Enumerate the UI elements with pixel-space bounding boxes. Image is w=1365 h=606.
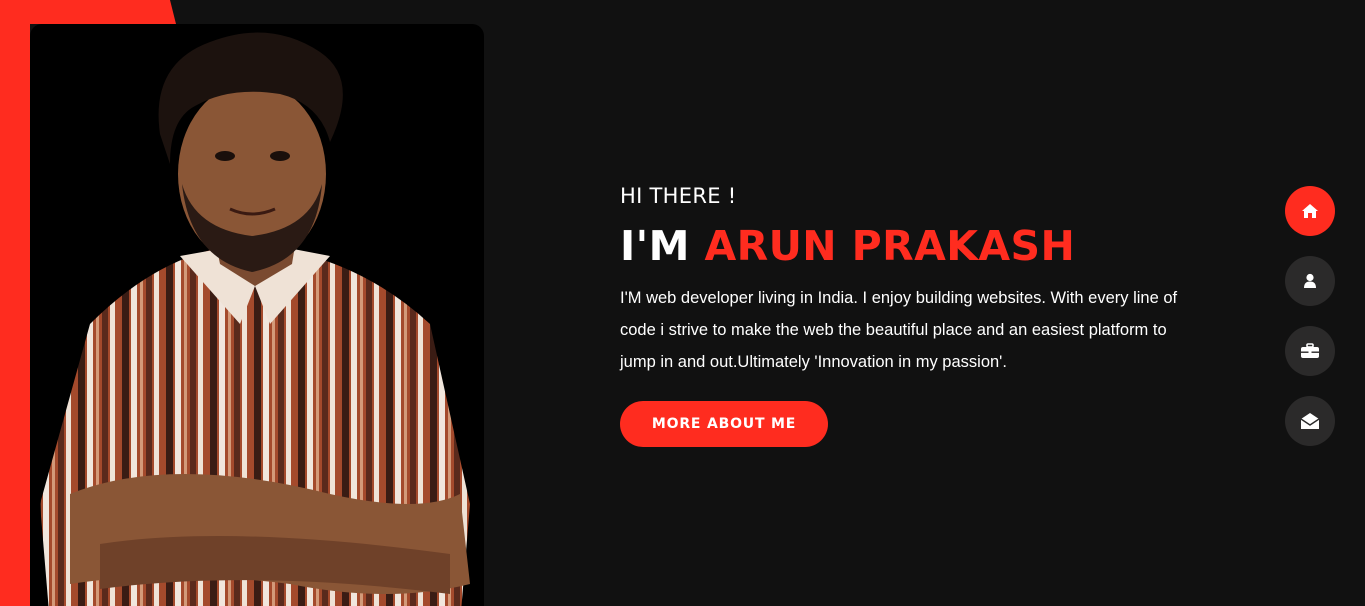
- nav-portfolio-button[interactable]: [1285, 326, 1335, 376]
- headline-name: ARUN PRAKASH: [704, 222, 1076, 270]
- side-navigation: [1285, 186, 1335, 466]
- user-icon: [1304, 273, 1316, 288]
- portrait-illustration: [40, 32, 470, 606]
- headline: I'M ARUN PRAKASH: [620, 220, 1190, 272]
- headline-prefix: I'M: [620, 222, 690, 270]
- hero-section: HI THERE ! I'M ARUN PRAKASH I'M web deve…: [620, 184, 1190, 447]
- greeting-text: HI THERE !: [620, 184, 737, 208]
- more-about-me-button[interactable]: MORE ABOUT ME: [620, 401, 828, 447]
- nav-home-button[interactable]: [1285, 186, 1335, 236]
- home-icon: [1302, 204, 1318, 218]
- intro-paragraph: I'M web developer living in India. I enj…: [620, 289, 1178, 371]
- nav-about-button[interactable]: [1285, 256, 1335, 306]
- profile-photo: [30, 24, 484, 606]
- briefcase-icon: [1301, 343, 1319, 358]
- nav-contact-button[interactable]: [1285, 396, 1335, 446]
- envelope-open-icon: [1300, 413, 1320, 429]
